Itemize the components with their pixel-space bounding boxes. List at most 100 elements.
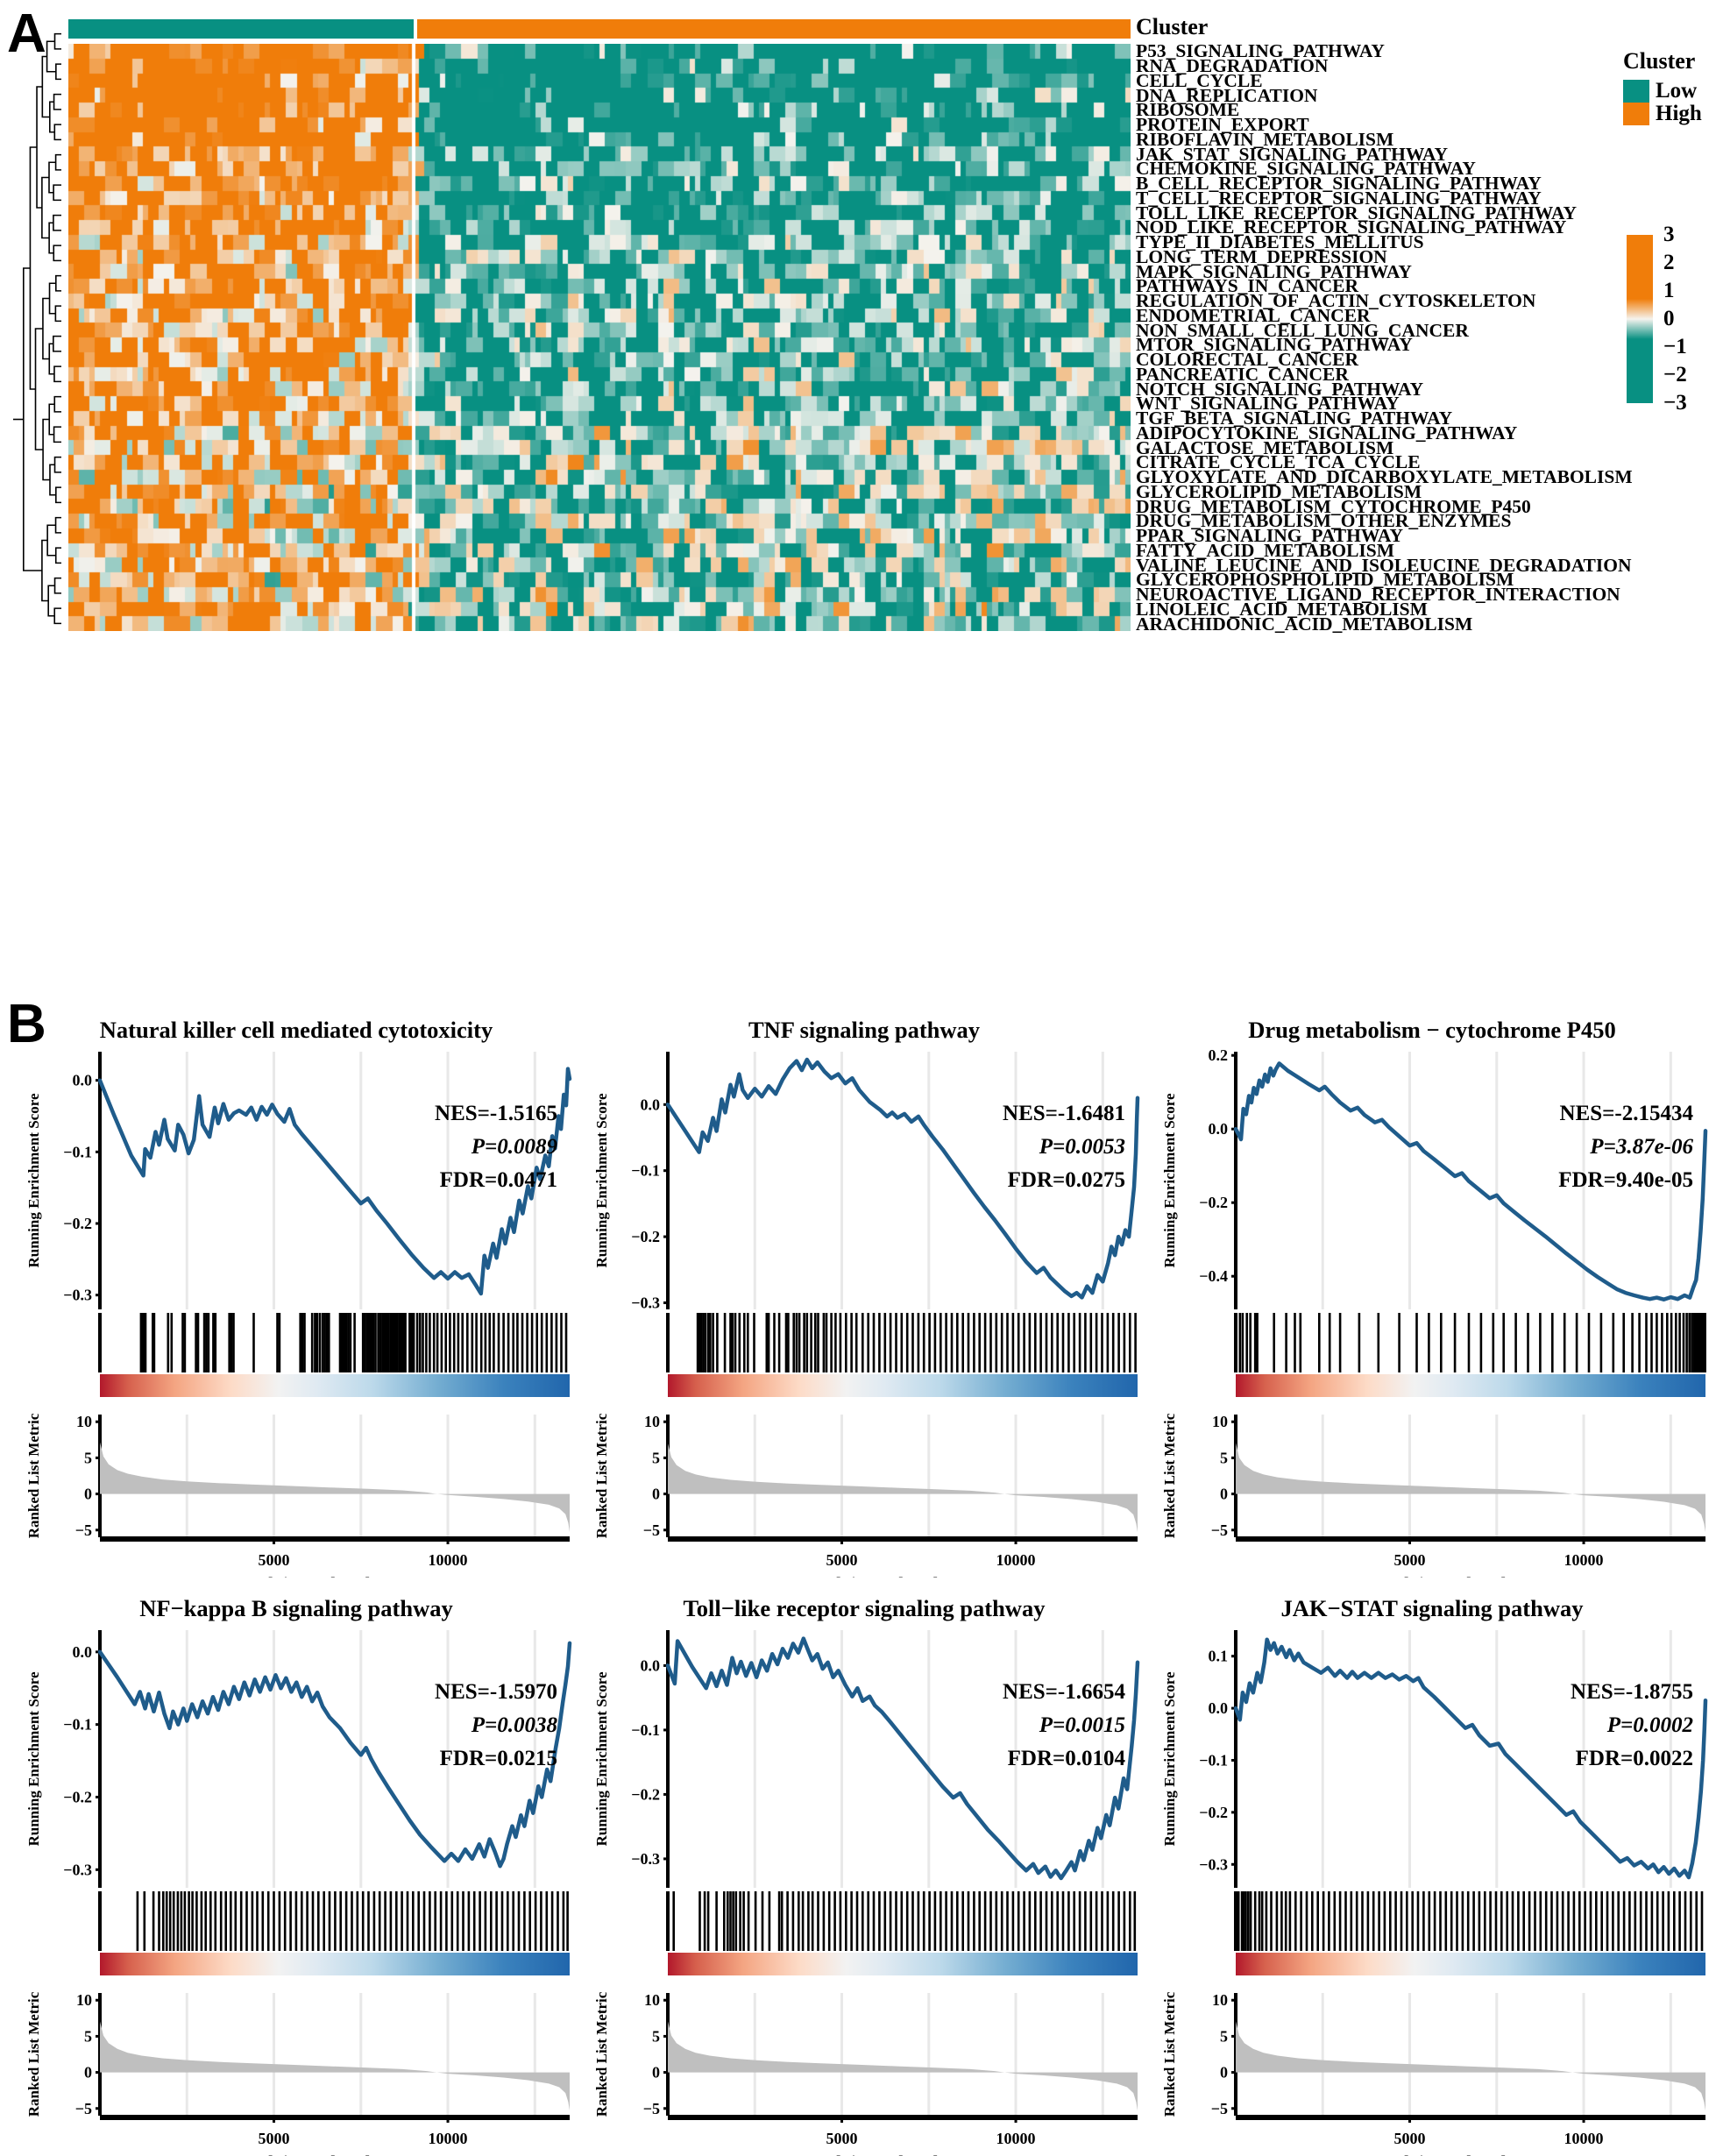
pathway-label: ARACHIDONIC_ACID_METABOLISM [1136,613,1473,635]
gsea-plot: JAK−STAT signaling pathway 0.1 0.0 −0.1 −0.2… [1152,1595,1712,2156]
cluster-legend-item-low: Low [1623,79,1702,103]
gsea-plot-area: 0.2 0.0 −0.2 −0.4 Running Enrichment Score 10… [1152,1046,1712,1578]
cluster-legend: Cluster Low High [1623,48,1702,125]
color-scale-tick: 1 [1663,279,1675,302]
gsea-plot-title: Toll−like receptor signaling pathway [683,1595,1046,1621]
svg-text:P=0.0038: P=0.0038 [471,1713,558,1737]
svg-text:Running Enrichment Score: Running Enrichment Score [1161,1093,1178,1267]
gsea-plot: Natural killer cell mediated cytotoxicit… [16,1017,577,1578]
svg-text:NES=-1.8755: NES=-1.8755 [1571,1680,1693,1704]
cluster-segment-high [417,19,1131,39]
svg-text:Running Enrichment Score: Running Enrichment Score [25,1093,42,1267]
color-scale-tick: −2 [1663,363,1687,387]
svg-text:0.1: 0.1 [1209,1648,1229,1665]
svg-text:5000: 5000 [259,1551,290,1569]
svg-text:−0.2: −0.2 [1199,1194,1228,1211]
svg-text:Rank in Ordered Dataset: Rank in Ordered Dataset [1372,2152,1571,2156]
gsea-plot-title: Drug metabolism − cytochrome P450 [1248,1017,1616,1043]
cluster-annotation-label: Cluster [1136,14,1209,39]
svg-text:NES=-1.6654: NES=-1.6654 [1003,1680,1125,1704]
gsea-plot-area: 0.0 −0.1 −0.2 −0.3 Running Enrichment Score 1… [584,1625,1145,2156]
svg-text:Running Enrichment Score: Running Enrichment Score [593,1093,610,1267]
svg-text:10: 10 [76,1991,92,2009]
svg-text:FDR=0.0022: FDR=0.0022 [1576,1747,1693,1770]
svg-text:5: 5 [84,1449,92,1466]
svg-text:0.0: 0.0 [73,1643,93,1661]
gsea-plot: Drug metabolism − cytochrome P450 0.2 0.0 −… [1152,1017,1712,1578]
svg-text:5: 5 [652,2027,660,2045]
svg-text:Ranked List Metric: Ranked List Metric [1161,1413,1178,1538]
svg-text:−0.3: −0.3 [63,1861,92,1878]
panel-b-gsea-grid: B Natural killer cell mediated cytotoxic… [0,990,1716,2156]
color-scale-tick: 2 [1663,251,1675,274]
svg-text:0.0: 0.0 [1209,1699,1229,1717]
gsea-plot-title: NF−kappa B signaling pathway [139,1595,453,1621]
panel-a-heatmap: A Cluster P53_SIGNALING_PATHWAY RNA_DEGRA… [0,0,1716,990]
svg-text:0: 0 [1220,2064,1228,2082]
color-scale-tick: 0 [1663,307,1675,330]
svg-text:−0.1: −0.1 [63,1716,92,1734]
svg-text:10000: 10000 [429,1551,468,1569]
expression-heatmap [68,44,1131,631]
svg-text:−0.3: −0.3 [1199,1855,1228,1873]
svg-text:0.0: 0.0 [641,1096,661,1113]
svg-text:0: 0 [1220,1486,1228,1503]
svg-text:Rank in Ordered Dataset: Rank in Ordered Dataset [236,1573,435,1578]
svg-text:−0.1: −0.1 [63,1143,92,1160]
svg-text:−0.2: −0.2 [1199,1804,1228,1821]
svg-text:10: 10 [644,1991,660,2009]
svg-text:0.0: 0.0 [73,1072,93,1089]
svg-text:P=0.0089: P=0.0089 [471,1135,558,1159]
gsea-plot: NF−kappa B signaling pathway 0.0 −0.1 −0.2 −… [16,1595,577,2156]
svg-text:−5: −5 [1211,1521,1228,1539]
svg-text:FDR=0.0471: FDR=0.0471 [440,1168,557,1192]
color-scale-tick: −1 [1663,335,1687,358]
svg-text:5: 5 [84,2027,92,2045]
svg-text:NES=-1.5970: NES=-1.5970 [435,1680,557,1704]
svg-text:Running Enrichment Score: Running Enrichment Score [1161,1671,1178,1846]
svg-text:−0.3: −0.3 [63,1287,92,1304]
svg-text:NES=-2.15434: NES=-2.15434 [1560,1102,1694,1125]
svg-text:Ranked List Metric: Ranked List Metric [25,1991,42,2117]
svg-text:Running Enrichment Score: Running Enrichment Score [25,1671,42,1846]
svg-text:5000: 5000 [826,2130,858,2147]
svg-text:Rank in Ordered Dataset: Rank in Ordered Dataset [804,1573,1003,1578]
svg-text:FDR=0.0275: FDR=0.0275 [1008,1168,1125,1192]
svg-text:−5: −5 [75,2100,92,2117]
color-scale-tick: 3 [1663,223,1675,246]
svg-text:10000: 10000 [1564,1551,1604,1569]
gsea-plot: Toll−like receptor signaling pathway 0.0 −… [584,1595,1145,2156]
svg-text:Ranked List Metric: Ranked List Metric [25,1413,42,1538]
svg-text:Ranked List Metric: Ranked List Metric [593,1413,610,1538]
cluster-legend-item-high: High [1623,102,1702,125]
cluster-legend-label-high: High [1656,102,1702,125]
gsea-plot-title: Natural killer cell mediated cytotoxicit… [99,1017,493,1043]
svg-text:FDR=9.40e-05: FDR=9.40e-05 [1558,1168,1693,1192]
svg-text:−0.3: −0.3 [631,1294,660,1311]
svg-text:0.0: 0.0 [641,1656,661,1674]
svg-text:0: 0 [84,1486,92,1503]
svg-text:0: 0 [652,2064,660,2082]
svg-text:−5: −5 [75,1521,92,1539]
svg-text:Rank in Ordered Dataset: Rank in Ordered Dataset [236,2152,435,2156]
svg-text:−0.1: −0.1 [1199,1751,1228,1769]
gsea-plot: TNF signaling pathway 0.0 −0.1 −0.2 −0.3 Runn… [584,1017,1145,1578]
cluster-legend-label-low: Low [1656,79,1698,103]
svg-text:10000: 10000 [996,2130,1036,2147]
svg-text:P=0.0053: P=0.0053 [1039,1135,1125,1159]
svg-text:Rank in Ordered Dataset: Rank in Ordered Dataset [804,2152,1003,2156]
svg-text:Running Enrichment Score: Running Enrichment Score [593,1671,610,1846]
svg-text:P=3.87e-06: P=3.87e-06 [1589,1135,1693,1159]
svg-text:5000: 5000 [1394,1551,1426,1569]
svg-text:0.0: 0.0 [1209,1120,1229,1138]
svg-text:FDR=0.0104: FDR=0.0104 [1008,1747,1126,1770]
color-scale-bar [1627,235,1653,403]
svg-text:−5: −5 [1211,2100,1228,2117]
gsea-plot-area: 0.0 −0.1 −0.2 −0.3 Running Enrichment Score 1… [16,1046,577,1578]
svg-text:5000: 5000 [1394,2130,1426,2147]
svg-text:Rank in Ordered Dataset: Rank in Ordered Dataset [1372,1573,1571,1578]
svg-text:Ranked List Metric: Ranked List Metric [593,1991,610,2117]
cluster-annotation-bar [68,19,1131,39]
svg-text:5: 5 [1220,1449,1228,1466]
sample-dendrogram [13,32,61,625]
